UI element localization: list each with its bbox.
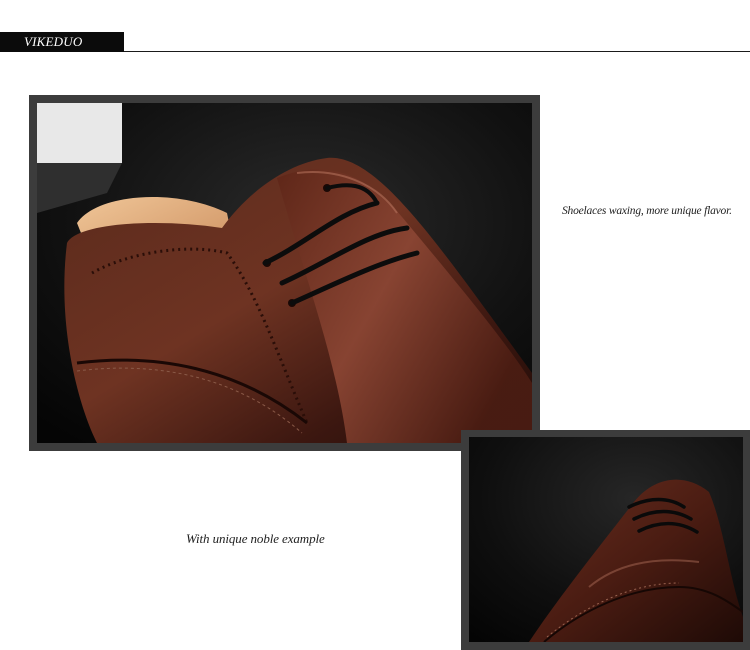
caption-shoelaces: Shoelaces waxing, more unique flavor. <box>562 205 732 217</box>
caption-noble-example: With unique noble example <box>186 531 325 546</box>
header-divider <box>124 51 750 52</box>
brand-logo-tab: VIKEDUO <box>0 32 124 52</box>
shoe-toe-photo <box>469 437 743 642</box>
product-photo-frame-laces <box>29 95 540 451</box>
product-photo-frame-toe <box>461 430 750 650</box>
shoe-laces-photo <box>37 103 532 443</box>
brand-name: VIKEDUO <box>24 34 83 49</box>
